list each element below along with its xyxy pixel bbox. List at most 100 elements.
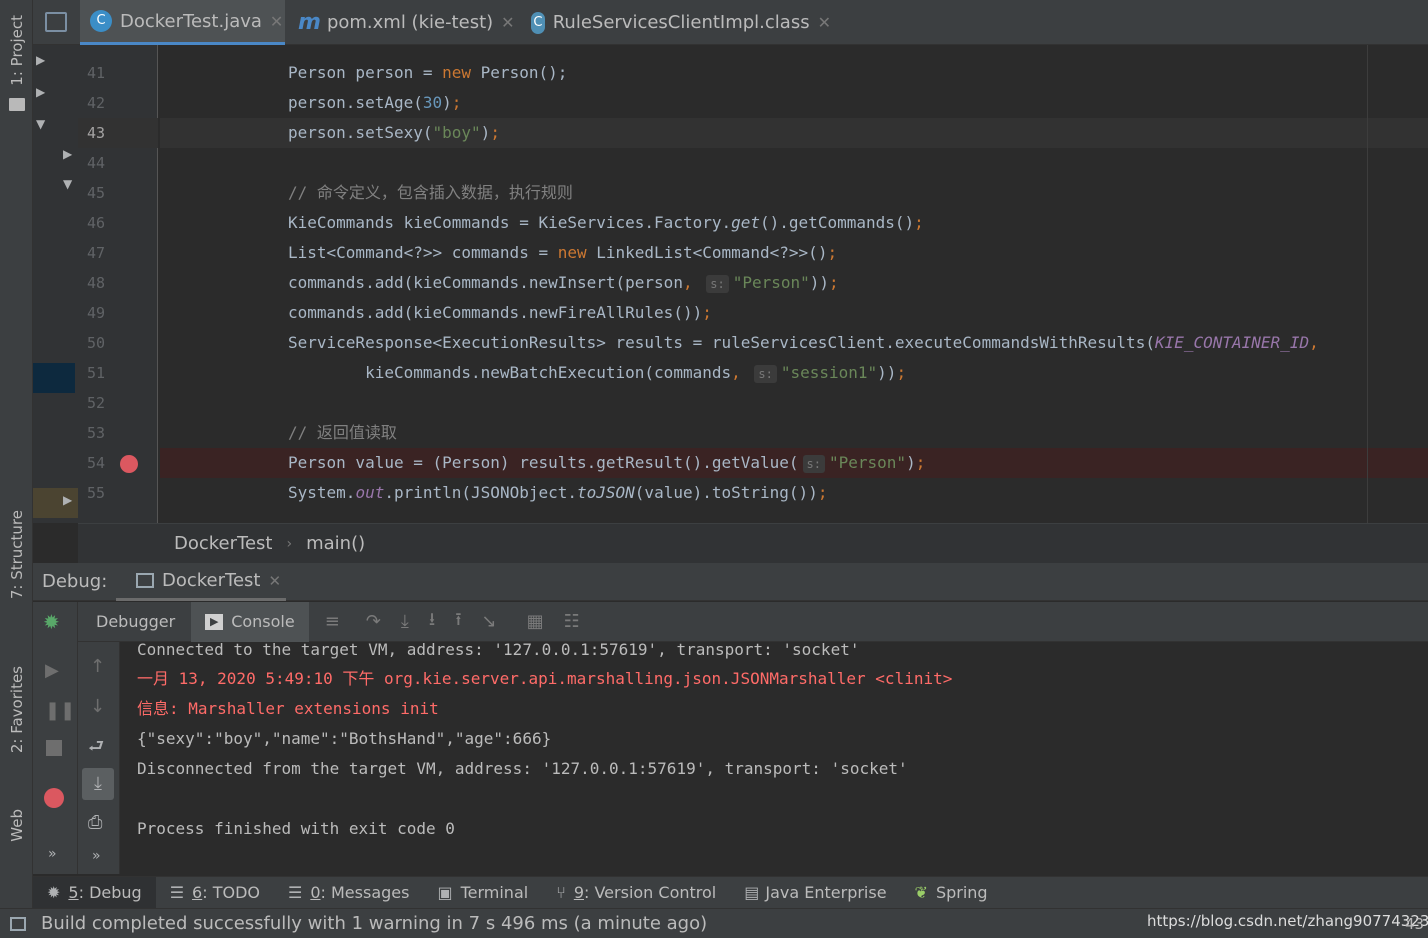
- print-icon[interactable]: ⎙: [88, 812, 102, 833]
- breakpoint-icon[interactable]: [120, 455, 138, 473]
- debugger-tab[interactable]: Debugger: [96, 612, 175, 631]
- close-icon[interactable]: ✕: [818, 13, 831, 32]
- status-message: Build completed successfully with 1 warn…: [41, 913, 708, 934]
- console-output[interactable]: Connected to the target VM, address: '12…: [120, 642, 1428, 874]
- console-line: Connected to the target VM, address: '12…: [137, 642, 860, 659]
- structure-tab-label: 7: Structure: [7, 510, 26, 600]
- code-line: Person person = new Person();: [288, 63, 568, 82]
- tab-label: DockerTest.java: [120, 10, 262, 32]
- tool-tab-debug[interactable]: ✹ 5: Debug: [33, 876, 156, 909]
- selection-marker: [33, 363, 75, 393]
- line-number: 47: [87, 244, 106, 262]
- more-icon[interactable]: »: [48, 846, 57, 862]
- tool-tab-terminal[interactable]: ▣ Terminal: [423, 877, 542, 909]
- line-number: 54: [87, 454, 106, 472]
- line-number: 43: [78, 118, 158, 148]
- tab-label: pom.xml (kie-test): [326, 12, 494, 33]
- collapse-arrow-icon[interactable]: ▼: [36, 117, 45, 131]
- scroll-to-end-icon[interactable]: ⤓: [82, 768, 114, 800]
- more-icon[interactable]: »: [92, 848, 101, 864]
- expand-arrow-icon[interactable]: ▶: [63, 493, 72, 507]
- stop-icon[interactable]: [46, 740, 62, 756]
- favorites-tool-tab[interactable]: 2: Favorites: [0, 650, 33, 770]
- debug-config-label: DockerTest: [162, 570, 261, 591]
- editor-left-gutter: ▶ ▼ ▶ ▶ ▶ ▼: [33, 45, 78, 523]
- web-tool-tab[interactable]: Web: [0, 790, 33, 860]
- tool-tab-version-control[interactable]: ⑂ 9: Version Control: [542, 877, 730, 909]
- show-execution-point-icon[interactable]: ↷: [366, 611, 381, 632]
- code-line: person.setSexy("boy");: [160, 118, 1428, 148]
- console-line: 信息: Marshaller extensions init: [137, 699, 439, 718]
- bug-icon[interactable]: ✹: [43, 610, 60, 634]
- tool-tab-label: : Messages: [320, 883, 410, 902]
- tool-tab-mnemonic: 9: [573, 883, 584, 902]
- pause-icon[interactable]: ❚❚: [45, 700, 75, 721]
- close-icon[interactable]: ✕: [268, 572, 281, 590]
- code-line: List<Command<?>> commands = new LinkedLi…: [288, 243, 838, 262]
- left-tool-strip: 1: Project 7: Structure 2: Favorites Web: [0, 0, 33, 908]
- tool-tab-java-enterprise[interactable]: ▤ Java Enterprise: [730, 877, 900, 909]
- close-icon[interactable]: ✕: [270, 12, 283, 31]
- expand-arrow-icon[interactable]: ▶: [63, 147, 72, 161]
- close-icon[interactable]: ✕: [501, 13, 514, 32]
- folder-icon[interactable]: [9, 98, 25, 111]
- favorites-tab-label: 2: Favorites: [7, 666, 26, 754]
- debug-config-tab[interactable]: DockerTest ✕: [116, 563, 286, 601]
- code-line: commands.add(kieCommands.newInsert(perso…: [288, 273, 839, 293]
- expand-arrow-icon[interactable]: ▶: [36, 53, 45, 67]
- tool-tab-todo[interactable]: ☰ 6: TODO: [156, 877, 274, 909]
- console-tab[interactable]: ▶ Console: [191, 601, 309, 642]
- code-line: System.out.println(JSONObject.toJSON(val…: [288, 483, 828, 502]
- debug-side-toolbar: ✹ ▶ ❚❚ »: [33, 602, 78, 874]
- line-number: 41: [87, 64, 106, 82]
- structure-tool-tab[interactable]: 7: Structure: [0, 500, 33, 610]
- tab-ruleservicesclientimpl[interactable]: C RuleServicesClientImpl.class ✕: [521, 0, 831, 45]
- code-editor[interactable]: Person person = new Person(); person.set…: [160, 45, 1428, 523]
- vcs-icon: ⑂: [556, 883, 566, 902]
- tab-label: RuleServicesClientImpl.class: [552, 12, 810, 33]
- resume-icon[interactable]: ▶: [45, 660, 59, 681]
- toggle-tool-windows-icon[interactable]: [10, 916, 26, 931]
- line-number: 48: [87, 274, 106, 292]
- line-number-gutter: 41 42 43 44 45 46 47 48 49 50 51 52 53 5…: [78, 45, 158, 523]
- line-number: 52: [87, 394, 106, 412]
- evaluate-icon[interactable]: ▦: [527, 611, 544, 632]
- line-number: 53: [87, 424, 106, 442]
- tab-dockertest-java[interactable]: C DockerTest.java ✕: [80, 0, 285, 45]
- step-over-icon[interactable]: ⤓: [401, 611, 409, 632]
- tab-pom-xml[interactable]: m pom.xml (kie-test) ✕: [288, 0, 518, 45]
- cursor-position[interactable]: 43: [1405, 915, 1424, 933]
- trace-icon[interactable]: ☷: [564, 611, 580, 632]
- step-into-icon[interactable]: ⭳: [429, 607, 435, 637]
- tool-tab-messages[interactable]: ☰ 0: Messages: [274, 877, 423, 909]
- line-number: 46: [87, 214, 106, 232]
- debug-panel-header: Debug: DockerTest ✕: [33, 563, 1428, 601]
- up-arrow-icon[interactable]: ↑: [90, 656, 105, 677]
- menu-icon[interactable]: ≡: [325, 611, 340, 632]
- code-line: ServiceResponse<ExecutionResults> result…: [288, 333, 1319, 352]
- run-to-cursor-icon[interactable]: ↘: [482, 611, 497, 632]
- breadcrumb: DockerTest › main(): [78, 523, 1428, 563]
- project-view-icon[interactable]: [45, 12, 67, 32]
- tool-tab-mnemonic: 5: [68, 883, 79, 902]
- console-tab-label: Console: [231, 612, 295, 631]
- tool-tab-label: Java Enterprise: [765, 883, 887, 902]
- down-arrow-icon[interactable]: ↓: [90, 696, 105, 717]
- breadcrumb-class[interactable]: DockerTest: [174, 533, 272, 554]
- project-tool-tab[interactable]: 1: Project: [0, 8, 33, 93]
- breadcrumb-method[interactable]: main(): [306, 533, 365, 554]
- view-breakpoints-icon[interactable]: [44, 788, 64, 808]
- collapse-arrow-icon[interactable]: ▼: [63, 177, 72, 191]
- terminal-icon: ▣: [437, 883, 453, 902]
- code-line: // 返回值读取: [288, 423, 397, 442]
- chevron-right-icon: ›: [286, 535, 293, 552]
- tool-window-bar: ✹ 5: Debug ☰ 6: TODO ☰ 0: Messages ▣ Ter…: [33, 876, 1428, 909]
- tool-tab-spring[interactable]: ❦ Spring: [901, 877, 1002, 909]
- java-class-icon: C: [90, 10, 112, 32]
- step-out-icon[interactable]: ⭱: [455, 607, 461, 637]
- soft-wrap-icon[interactable]: ⮐: [88, 734, 104, 764]
- code-line: commands.add(kieCommands.newFireAllRules…: [288, 303, 712, 322]
- debug-label: Debug:: [42, 571, 108, 592]
- expand-arrow-icon[interactable]: ▶: [36, 85, 45, 99]
